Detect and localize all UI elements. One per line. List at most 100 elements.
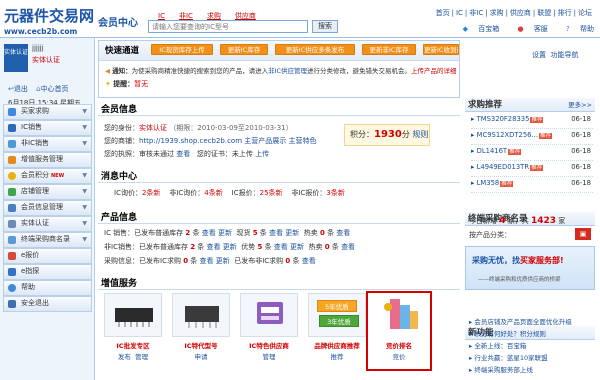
- more-link[interactable]: 更多>>: [568, 98, 592, 112]
- feature-item[interactable]: ▸ 会员店铺及产品页面全面优化升级: [469, 316, 572, 328]
- quick-channel-header: 快速通道 IC现货库存上传 更新IC库存 更新IC供应多条发布 更新非IC库存 …: [99, 41, 459, 61]
- purchase-item[interactable]: ▸ DL1416T 推荐 06-18: [471, 147, 593, 161]
- function-nav-link[interactable]: 功能导航: [550, 51, 578, 59]
- logout-link[interactable]: 退出: [14, 85, 28, 93]
- recommend-link[interactable]: 推荐: [306, 351, 368, 361]
- non-ic-quote-count[interactable]: 3条新: [326, 189, 344, 197]
- service-card-wholesale[interactable]: IC批发专区 发布 管理: [102, 293, 164, 377]
- ic-quote-count[interactable]: 25条新: [260, 189, 283, 197]
- sidebar-item-logout[interactable]: 安全退出: [3, 296, 92, 312]
- settings-link[interactable]: 设置: [532, 51, 546, 59]
- license-view-link[interactable]: 查看: [176, 150, 190, 158]
- view-link[interactable]: 查看: [341, 243, 355, 251]
- update-ic-stock-button[interactable]: 更新IC库存: [220, 44, 268, 55]
- purchase-item[interactable]: ▸ MC9S12XDT256... 推荐 06-18: [471, 131, 593, 145]
- sidebar-item-certification[interactable]: 实体认证 ▼: [3, 216, 92, 232]
- shop-features-link[interactable]: 主营特色: [289, 137, 317, 145]
- avatar-text: 实体认证: [4, 49, 29, 56]
- bid-link[interactable]: 竞价: [368, 351, 430, 361]
- service-card-special-model[interactable]: IC特代型号 申请: [170, 293, 232, 377]
- feature-item[interactable]: ▸ 全新上线：百宝箱: [469, 340, 572, 352]
- sidebar-item-points[interactable]: 会员积分 NEW ▼: [3, 168, 92, 184]
- service-card-bidding[interactable]: 竞价排名 竞价: [366, 291, 432, 371]
- sidebar-item-buyer-purchase[interactable]: 买家求购 ▼: [3, 104, 92, 120]
- buyer-service-banner[interactable]: 采购无忧，找买家服务部! ——终端采购和优质供应商的桥梁: [465, 246, 595, 290]
- search-tab-supplier[interactable]: 供应商: [235, 12, 256, 20]
- nav-purchase[interactable]: 求购: [490, 9, 504, 17]
- ic-inquiry-count[interactable]: 2条新: [142, 189, 160, 197]
- search-tab-purchase[interactable]: 求购: [207, 12, 221, 20]
- update-non-ic-stock-button[interactable]: 更新非IC库存: [362, 44, 416, 55]
- service-card-brand-supplier[interactable]: 5年优质 3年优质 品牌供应商推荐 推荐: [306, 293, 368, 377]
- feature-item[interactable]: ▸ 终端采购服务部上线: [469, 364, 572, 376]
- search-button[interactable]: 搜索: [312, 20, 338, 33]
- update-link[interactable]: 更新: [216, 257, 230, 265]
- gift-icon[interactable]: ▣: [575, 228, 591, 240]
- update-quote-button[interactable]: 更新IC收到的报价: [423, 44, 459, 55]
- service-link[interactable]: ● 客服: [509, 25, 547, 33]
- search-input[interactable]: [148, 20, 308, 33]
- center-home-link[interactable]: 中心首页: [41, 85, 69, 93]
- nav-alliance[interactable]: 联盟: [537, 9, 551, 17]
- cert-upload-link[interactable]: 上传: [255, 150, 269, 158]
- main-content: 快速通道 IC现货库存上传 更新IC库存 更新IC供应多条发布 更新非IC库存 …: [98, 40, 460, 380]
- service-card-featured-supplier[interactable]: IC特色供应商 管理: [238, 293, 300, 377]
- view-link[interactable]: 查看: [336, 229, 350, 237]
- shop-products-link[interactable]: 主营产品展示: [244, 137, 286, 145]
- manage-link[interactable]: 管理: [238, 351, 300, 361]
- years-badge: 3年优质: [319, 315, 359, 327]
- sidebar-item-value-added[interactable]: 增值服务管理: [3, 152, 92, 168]
- update-link[interactable]: 更新: [290, 243, 304, 251]
- update-link[interactable]: 更新: [285, 229, 299, 237]
- message-row: IC询价：2条新 非IC询价：4条新 IC报价：25条新 非IC报价：3条新: [114, 189, 345, 197]
- sidebar-item-shop[interactable]: 店铺管理 ▼: [3, 184, 92, 200]
- search-tab-non-ic[interactable]: 非IC: [179, 12, 193, 20]
- purchase-item[interactable]: ▸ TMS320F28335 推荐 06-18: [471, 115, 593, 129]
- arrow-icon: ▸: [471, 163, 475, 171]
- feature-item[interactable]: ▸ 行业共赢：蓝星10家联盟: [469, 352, 572, 364]
- nav-home[interactable]: 首页: [436, 9, 450, 17]
- nav-non-ic[interactable]: 非IC: [469, 9, 483, 17]
- publish-link[interactable]: 发布: [118, 353, 131, 361]
- site-logo[interactable]: 元器件交易网 www.cecb2b.com: [4, 5, 94, 36]
- bulb-icon: ✦: [105, 80, 111, 88]
- manage-link[interactable]: 管理: [135, 353, 148, 361]
- notice-line: ◀ 通知：为使采购商精准快捷的搜索到您的产品，请进入非IC供应管理进行分类修改，…: [105, 65, 457, 75]
- update-ic-supply-button[interactable]: 更新IC供应多条发布: [275, 44, 355, 55]
- purchase-item[interactable]: ▸ L4949ED013TR 推荐 06-18: [471, 163, 593, 177]
- sidebar-item-e-probe[interactable]: e指探: [3, 264, 92, 280]
- help-link[interactable]: ? 帮助: [558, 25, 594, 33]
- search-tab-ic[interactable]: IC: [158, 12, 165, 20]
- update-link[interactable]: 更新: [218, 229, 232, 237]
- sidebar-item-e-quote[interactable]: e报价: [3, 248, 92, 264]
- apply-link[interactable]: 申请: [170, 351, 232, 361]
- update-link[interactable]: 更新: [223, 243, 237, 251]
- sidebar-item-buyer-directory[interactable]: 终端采购商名录 ▼: [3, 232, 92, 248]
- sidebar-item-non-ic-sales[interactable]: 非IC销售 ▼: [3, 136, 92, 152]
- sidebar-item-member-info[interactable]: 会员信息管理 ▼: [3, 200, 92, 216]
- logo-url: www.cecb2b.com: [4, 27, 78, 36]
- view-link[interactable]: 查看: [302, 257, 316, 265]
- non-ic-inquiry-count[interactable]: 4条新: [204, 189, 222, 197]
- view-link[interactable]: 查看: [274, 243, 288, 251]
- upload-ic-stock-button[interactable]: IC现货库存上传: [151, 44, 213, 55]
- sidebar-item-ic-sales[interactable]: IC销售 ▼: [3, 120, 92, 136]
- expand-icon: ▼: [82, 236, 87, 243]
- purchase-item[interactable]: ▸ LM358 推荐 06-18: [471, 179, 593, 193]
- view-link[interactable]: 查看: [269, 229, 283, 237]
- view-link[interactable]: 查看: [200, 257, 214, 265]
- nav-ranking[interactable]: 排行: [558, 9, 572, 17]
- feature-item[interactable]: ▸ 积分有何好处？积分规则: [469, 328, 572, 340]
- view-link[interactable]: 查看: [202, 229, 216, 237]
- category-help-link[interactable]: 上传产品的详细分类有何作用?: [411, 67, 457, 75]
- nav-ic[interactable]: IC: [456, 9, 463, 17]
- nav-forum[interactable]: 论坛: [578, 9, 592, 17]
- view-link[interactable]: 查看: [207, 243, 221, 251]
- non-ic-supply-link[interactable]: 非IC供应管理: [268, 67, 307, 75]
- nav-supplier[interactable]: 供应商: [510, 9, 531, 17]
- sidebar-item-help[interactable]: 帮助: [3, 280, 92, 296]
- points-rule-link[interactable]: 规则: [412, 130, 428, 139]
- toolbox-link[interactable]: ◆ 百宝箱: [455, 25, 500, 33]
- remind-value: 暂无: [134, 80, 149, 88]
- shop-url-link[interactable]: http://1939.shop.cecb2b.com: [139, 137, 242, 145]
